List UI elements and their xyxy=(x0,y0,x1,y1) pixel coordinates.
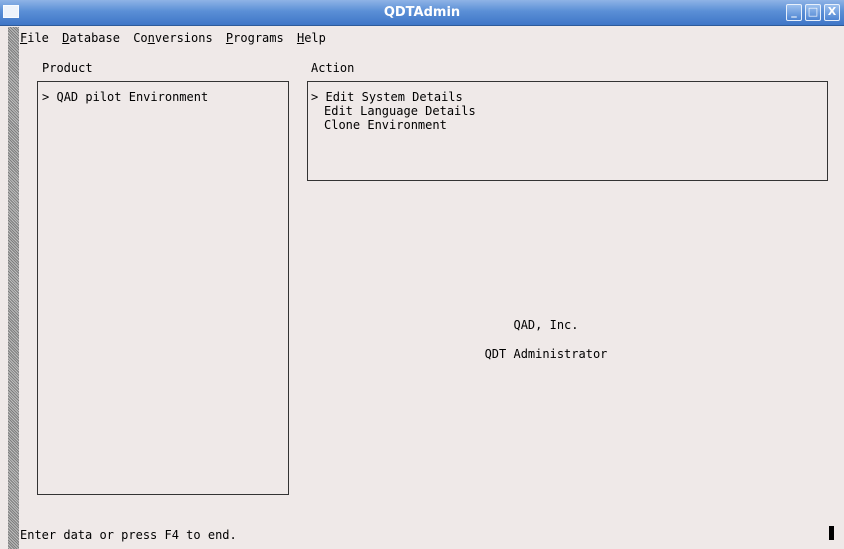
action-item-label: Edit System Details xyxy=(325,90,463,104)
product-label: Product xyxy=(42,61,93,75)
product-item-label: QAD pilot Environment xyxy=(56,90,209,104)
product-list[interactable]: > QAD pilot Environment xyxy=(37,81,289,495)
action-item-label: Clone Environment xyxy=(324,118,447,132)
menu-database-rest: atabase xyxy=(69,31,120,45)
menu-file[interactable]: File xyxy=(20,31,49,45)
status-message: Enter data or press F4 to end. xyxy=(20,528,237,542)
list-item[interactable]: Edit Language Details xyxy=(324,104,476,118)
close-button[interactable]: X xyxy=(824,4,840,21)
action-list[interactable]: > Edit System Details Edit Language Deta… xyxy=(307,81,828,181)
menu-conversions-rest: versions xyxy=(154,31,213,45)
window-title: QDTAdmin xyxy=(383,5,461,20)
minimize-button[interactable]: _ xyxy=(786,4,802,21)
menu-conversions-first: Co xyxy=(133,31,148,45)
menu-file-rest: ile xyxy=(27,31,49,45)
maximize-button[interactable]: □ xyxy=(805,4,821,21)
action-item-label: Edit Language Details xyxy=(324,104,476,118)
company-name: QAD, Inc. xyxy=(513,318,579,332)
action-label: Action xyxy=(311,61,355,75)
menu-programs-rest: rograms xyxy=(233,31,284,45)
selection-marker: > xyxy=(311,90,319,104)
text-cursor xyxy=(829,526,834,540)
list-item[interactable]: > QAD pilot Environment xyxy=(42,90,208,104)
menu-database[interactable]: Database xyxy=(62,31,120,45)
list-item[interactable]: > Edit System Details xyxy=(311,90,463,104)
list-item[interactable]: Clone Environment xyxy=(324,118,447,132)
menu-conversions-mnemonic: n xyxy=(147,31,155,45)
terminal-left-border xyxy=(8,27,19,549)
menu-conversions[interactable]: Conversions xyxy=(133,31,212,45)
selection-marker: > xyxy=(42,90,50,104)
menu-help-rest: elp xyxy=(304,31,326,45)
app-name: QDT Administrator xyxy=(484,347,608,361)
title-bar[interactable]: QDTAdmin _ □ X xyxy=(0,0,844,26)
menu-help[interactable]: Help xyxy=(297,31,326,45)
qdtadmin-window: QDTAdmin _ □ X File Database Conversions… xyxy=(0,0,844,549)
menu-bar: File Database Conversions Programs Help xyxy=(20,31,332,47)
menu-programs[interactable]: Programs xyxy=(226,31,284,45)
